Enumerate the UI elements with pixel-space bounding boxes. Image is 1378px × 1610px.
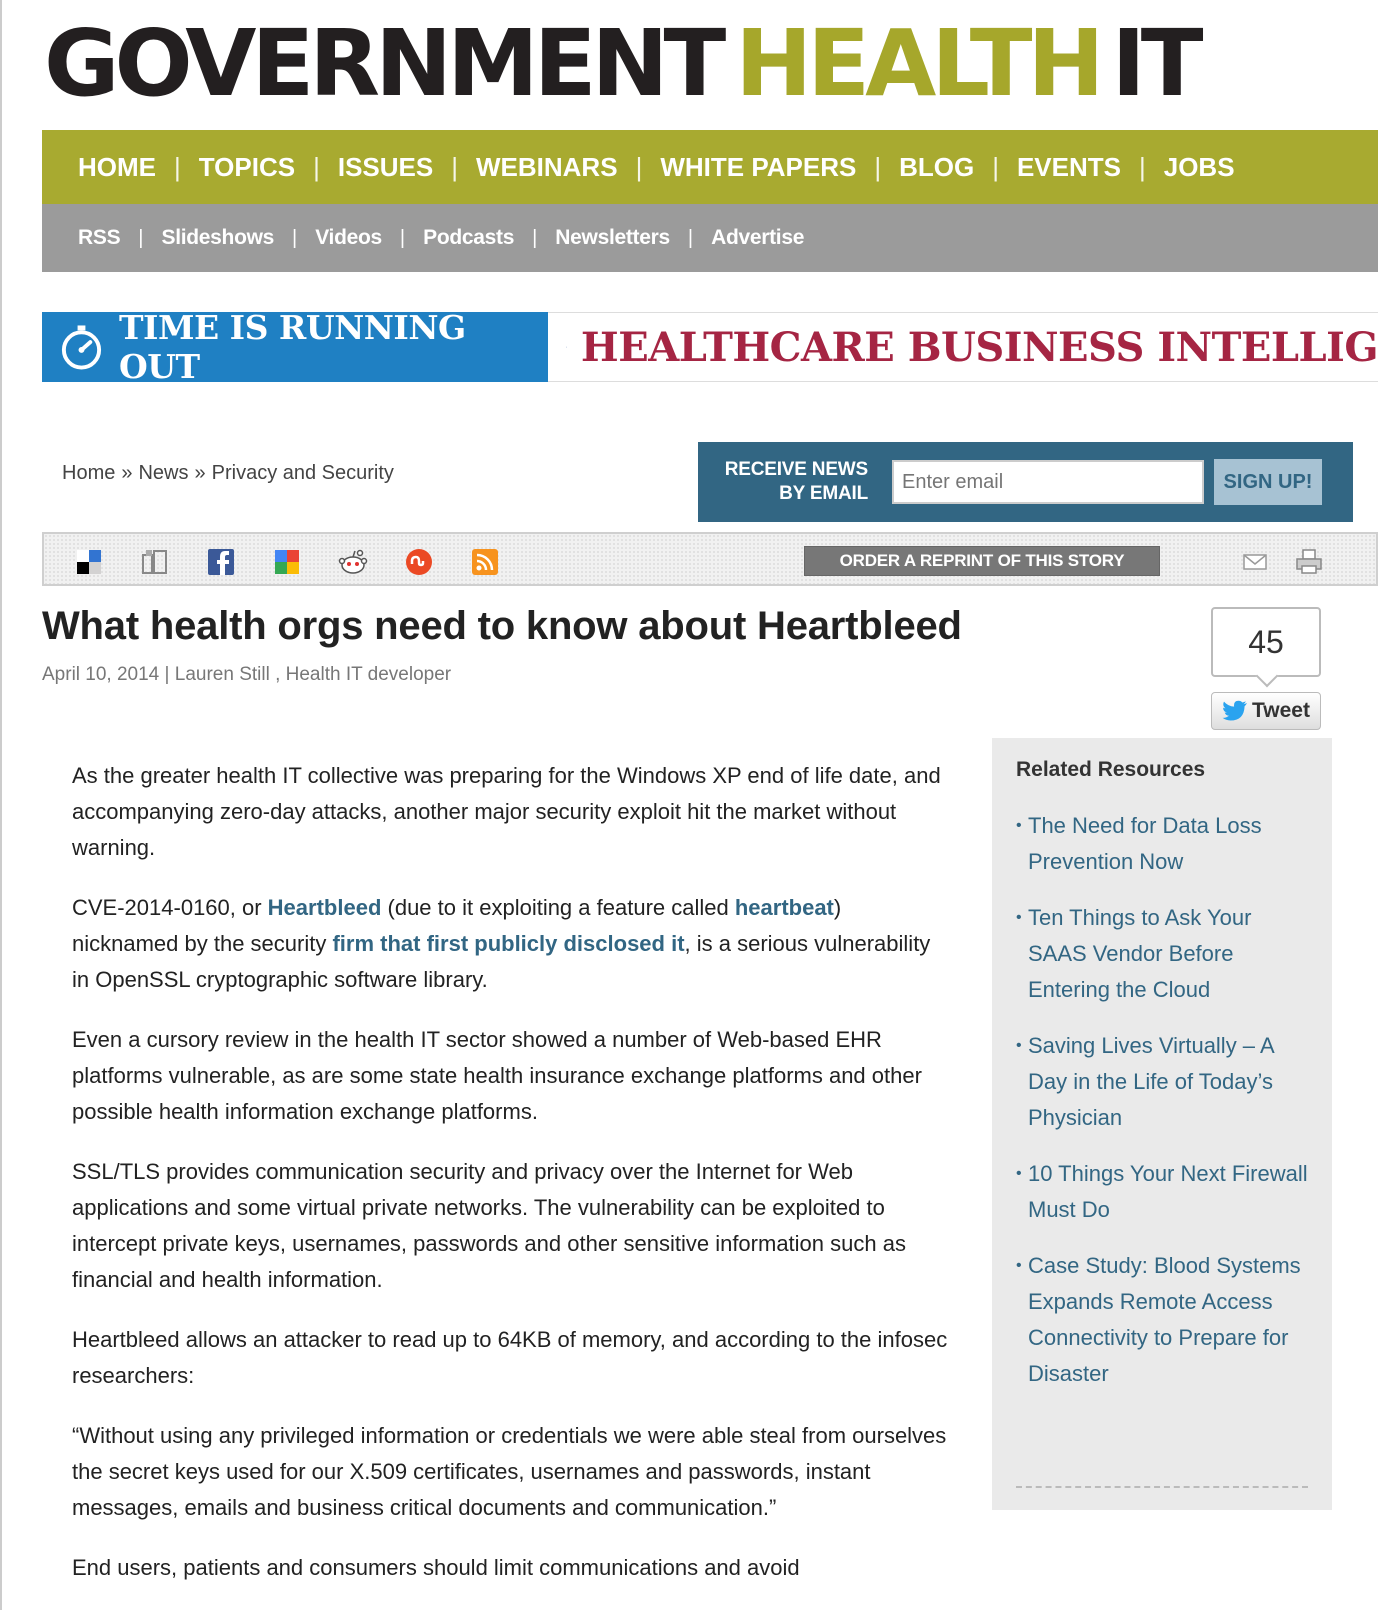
paragraph: CVE-2014-0160, or Heartbleed (due to it … — [72, 890, 952, 998]
nav-separator: | — [313, 151, 320, 182]
paragraph: Heartbleed allows an attacker to read up… — [72, 1327, 948, 1388]
subnav-separator: | — [292, 226, 298, 249]
heartbleed-link[interactable]: Heartbleed — [268, 895, 382, 920]
nav-separator: | — [451, 151, 458, 182]
related-resources: Related Resources The Need for Data Loss… — [992, 738, 1332, 1510]
related-item[interactable]: Ten Things to Ask Your SAAS Vendor Befor… — [1016, 900, 1316, 1008]
related-item[interactable]: The Need for Data Loss Prevention Now — [1016, 808, 1316, 880]
email-input[interactable] — [892, 460, 1204, 504]
breadcrumb-separator: » — [121, 462, 133, 484]
related-heading: Related Resources — [1016, 758, 1206, 781]
breadcrumb-news[interactable]: News — [138, 462, 188, 484]
nav-events[interactable]: EVENTS — [1017, 152, 1121, 183]
facebook-icon[interactable] — [206, 547, 236, 577]
subnav-rss[interactable]: RSS — [78, 226, 121, 250]
paragraph: Even a cursory review in the health IT s… — [72, 1027, 922, 1124]
page-left-border — [0, 0, 2, 1610]
logo-health: HEALTH — [735, 10, 1104, 117]
subnav-slideshows[interactable]: Slideshows — [161, 226, 274, 250]
breadcrumb-separator: » — [194, 462, 206, 484]
paragraph: End users, patients and consumers should… — [72, 1555, 800, 1580]
signup-button[interactable]: SIGN UP! — [1214, 459, 1322, 505]
email-icon[interactable] — [1240, 547, 1270, 577]
subnav-separator: | — [532, 226, 538, 249]
stopwatch-icon — [61, 325, 102, 370]
logo-it: IT — [1111, 10, 1204, 117]
article-title: What health orgs need to know about Hear… — [42, 604, 962, 648]
data-cube-icon — [566, 346, 567, 348]
paragraph: SSL/TLS provides communication security … — [72, 1159, 906, 1292]
subnav-separator: | — [138, 226, 144, 249]
related-item[interactable]: Case Study: Blood Systems Expands Remote… — [1016, 1248, 1316, 1392]
security-firm-link[interactable]: firm that first publicly disclosed it — [332, 931, 684, 956]
nav-separator: | — [174, 151, 181, 182]
heartbeat-link[interactable]: heartbeat — [735, 895, 834, 920]
author-role: , Health IT developer — [269, 664, 452, 685]
related-list: The Need for Data Loss Prevention Now Te… — [1016, 808, 1316, 1412]
author-link[interactable]: Lauren Still — [175, 664, 270, 685]
signup-label-line2: BY EMAIL — [779, 483, 868, 504]
tweet-label: Tweet — [1252, 699, 1310, 722]
related-divider — [1016, 1486, 1308, 1488]
digg-icon[interactable] — [140, 547, 170, 577]
rss-icon[interactable] — [470, 547, 500, 577]
nav-blog[interactable]: BLOG — [899, 152, 974, 183]
nav-webinars[interactable]: WEBINARS — [476, 152, 618, 183]
subnav-advertise[interactable]: Advertise — [711, 226, 804, 250]
email-signup-box: RECEIVE NEWS BY EMAIL SIGN UP! — [698, 442, 1353, 522]
signup-label-line1: RECEIVE NEWS — [724, 459, 868, 480]
logo-government: GOVERNMENT — [44, 10, 726, 117]
paragraph-text: CVE-2014-0160, or — [72, 895, 268, 920]
print-icon[interactable] — [1294, 547, 1324, 577]
nav-home[interactable]: HOME — [78, 152, 156, 183]
subnav-separator: | — [687, 226, 694, 249]
twitter-bird-icon — [1222, 700, 1248, 721]
nav-issues[interactable]: ISSUES — [338, 152, 433, 183]
tweet-count: 45 — [1211, 607, 1321, 688]
share-toolbar: ORDER A REPRINT OF THIS STORY — [42, 532, 1378, 586]
nav-separator: | — [635, 151, 643, 182]
article-body: As the greater health IT collective was … — [72, 758, 952, 1610]
banner-left-panel: TIME IS RUNNING OUT — [42, 308, 548, 386]
breadcrumb-home[interactable]: Home — [62, 462, 115, 484]
paragraph: As the greater health IT collective was … — [72, 763, 941, 860]
nav-separator: | — [1138, 151, 1146, 182]
nav-white-papers[interactable]: WHITE PAPERS — [660, 152, 856, 183]
breadcrumb-privacy-security[interactable]: Privacy and Security — [212, 462, 394, 484]
subnav-newsletters[interactable]: Newsletters — [555, 226, 670, 250]
banner-right-panel: HEALTHCARE BUSINESS INTELLIG — [548, 312, 1378, 382]
stumbleupon-icon[interactable] — [404, 547, 434, 577]
breadcrumb: Home» News» Privacy and Security — [62, 462, 394, 485]
nav-topics[interactable]: TOPICS — [199, 152, 295, 183]
site-logo[interactable]: GOVERNMENT HEALTH IT — [44, 14, 1204, 114]
tweet-count-value: 45 — [1248, 623, 1284, 660]
byline-separator: | — [159, 664, 175, 685]
reddit-icon[interactable] — [338, 547, 368, 577]
quote-paragraph: “Without using any privileged informatio… — [72, 1423, 947, 1520]
primary-nav: HOME | TOPICS | ISSUES | WEBINARS | WHIT… — [42, 130, 1378, 204]
subnav-separator: | — [399, 226, 406, 249]
banner-left-text: TIME IS RUNNING OUT — [118, 308, 466, 386]
subnav-podcasts[interactable]: Podcasts — [423, 226, 514, 250]
article-date: April 10, 2014 — [42, 664, 160, 685]
google-icon[interactable] — [272, 547, 302, 577]
subnav-videos[interactable]: Videos — [315, 226, 382, 250]
tweet-button[interactable]: Tweet — [1211, 692, 1321, 730]
order-reprint-button[interactable]: ORDER A REPRINT OF THIS STORY — [804, 546, 1160, 576]
banner-right-text: HEALTHCARE BUSINESS INTELLIG — [580, 323, 1378, 371]
nav-separator: | — [992, 151, 999, 182]
banner-ad[interactable]: TIME IS RUNNING OUT HEALTHCARE BUSINESS … — [42, 308, 1378, 386]
signup-label: RECEIVE NEWS BY EMAIL — [698, 458, 868, 506]
secondary-nav: RSS | Slideshows | Videos | Podcasts | N… — [42, 204, 1378, 272]
nav-separator: | — [874, 151, 882, 182]
article-byline: April 10, 2014 | Lauren Still , Health I… — [42, 664, 451, 686]
paragraph-text: (due to it exploiting a feature called — [381, 895, 735, 920]
related-item[interactable]: 10 Things Your Next Firewall Must Do — [1016, 1156, 1316, 1228]
nav-jobs[interactable]: JOBS — [1164, 152, 1235, 183]
related-item[interactable]: Saving Lives Virtually – A Day in the Li… — [1016, 1028, 1316, 1136]
tweet-count-notch — [1255, 664, 1279, 688]
delicious-icon[interactable] — [74, 547, 104, 577]
